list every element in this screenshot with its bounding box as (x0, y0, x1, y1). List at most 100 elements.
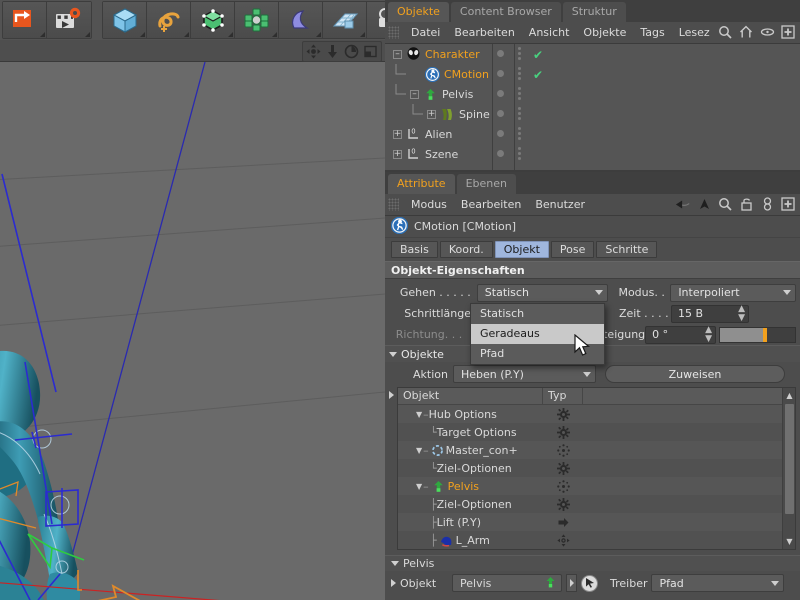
tag-dots[interactable] (518, 87, 521, 102)
zuweisen-button[interactable]: Zuweisen (605, 365, 785, 383)
search-icon[interactable] (717, 24, 733, 40)
scroll-down-icon[interactable]: ▼ (785, 535, 794, 548)
up-arrow-icon[interactable] (696, 196, 712, 212)
render-view-icon[interactable] (47, 2, 91, 38)
panel-gripper[interactable] (388, 26, 399, 39)
combo-aktion[interactable]: Heben (P.Y) (453, 365, 596, 383)
table-row[interactable]: └ Target Options (398, 423, 795, 441)
3d-viewport[interactable] (0, 62, 385, 600)
nurbs-generator-icon[interactable] (191, 2, 235, 38)
scrollbar-thumb[interactable] (785, 404, 794, 514)
object-tree-row[interactable]: – Charakter ✔ (385, 44, 800, 64)
search-icon[interactable] (717, 196, 733, 212)
tab-content-browser[interactable]: Content Browser (450, 2, 561, 22)
dropdown-item-pfad[interactable]: Pfad (471, 344, 604, 364)
dropdown-item-statisch[interactable]: Statisch (471, 304, 604, 324)
menu-bearbeiten[interactable]: Bearbeiten (454, 198, 528, 211)
plus-box-icon[interactable] (780, 24, 796, 40)
spinner-icon[interactable]: ▲ ▼ (738, 304, 745, 323)
move-cross-icon[interactable] (543, 533, 583, 547)
tree-expander-expand-icon[interactable]: + (393, 129, 402, 139)
field-steigung[interactable]: 0 ° ▲ ▼ (645, 325, 716, 344)
enabled-check-icon[interactable]: ✔ (533, 48, 543, 62)
enabled-check-icon[interactable]: ✔ (533, 68, 543, 82)
objekte-table-scrollbar[interactable]: ▲ ▼ (782, 388, 795, 549)
link-icon[interactable] (759, 196, 775, 212)
tab-attribute[interactable]: Attribute (388, 174, 455, 194)
table-row[interactable]: ├ Lift (P.Y) (398, 513, 795, 531)
spinner-icon[interactable]: ▲ ▼ (705, 325, 712, 344)
field-objekt-pelvis[interactable]: Pelvis (452, 574, 562, 592)
gear-icon[interactable] (543, 497, 583, 511)
visibility-dot[interactable] (497, 150, 504, 157)
eye-icon[interactable] (759, 24, 775, 40)
tree-expander-collapse-icon[interactable]: – (410, 89, 419, 99)
visibility-dot[interactable] (497, 90, 504, 97)
section-pelvis[interactable]: Pelvis (385, 555, 800, 571)
gear-icon[interactable] (543, 461, 583, 475)
gear-icon[interactable] (543, 407, 583, 421)
chevron-right-icon[interactable] (391, 579, 396, 587)
combo-gehen[interactable]: Statisch (476, 283, 609, 302)
deformer-icon[interactable] (279, 2, 323, 38)
table-row[interactable]: ├ L_Arm (398, 531, 795, 549)
table-row[interactable]: ▼ – Pelvis (398, 477, 795, 495)
menu-datei[interactable]: Datei (404, 26, 447, 39)
table-row[interactable]: ├ Ziel-Optionen (398, 495, 795, 513)
floor-environment-icon[interactable] (323, 2, 367, 38)
tab-schritte[interactable]: Schritte (596, 241, 658, 258)
scroll-up-icon[interactable]: ▲ (785, 389, 794, 402)
visibility-dot[interactable] (497, 110, 504, 117)
tab-struktur[interactable]: Struktur (562, 2, 626, 22)
panel-gripper[interactable] (388, 198, 399, 211)
menu-bearbeiten[interactable]: Bearbeiten (447, 26, 521, 39)
tab-objekte[interactable]: Objekte (388, 2, 449, 22)
visibility-dot[interactable] (497, 70, 504, 77)
tree-expander-collapse-icon[interactable]: – (393, 49, 402, 59)
tag-dots[interactable] (518, 47, 521, 62)
tab-koord[interactable]: Koord. (439, 241, 493, 258)
menu-ansicht[interactable]: Ansicht (522, 26, 577, 39)
tree-expander-expand-icon[interactable]: + (393, 149, 402, 159)
object-tree-row[interactable]: – Pelvis (385, 84, 800, 104)
chevron-down-icon[interactable]: ▼ (416, 482, 422, 491)
back-arrow-icon[interactable] (675, 196, 691, 212)
chevron-down-icon[interactable]: ▼ (416, 410, 422, 419)
unlock-icon[interactable] (738, 196, 754, 212)
menu-tags[interactable]: Tags (633, 26, 671, 39)
spline-pen-icon[interactable] (147, 2, 191, 38)
dotted-move-icon[interactable] (543, 443, 583, 457)
tab-ebenen[interactable]: Ebenen (456, 174, 516, 194)
field-expand-button[interactable] (566, 574, 577, 592)
cube-primitive-icon[interactable] (103, 2, 147, 38)
dotted-move-icon[interactable] (543, 479, 583, 493)
tag-dots[interactable] (518, 107, 521, 122)
object-tree-row[interactable]: CMotion ✔ (385, 64, 800, 84)
gehen-dropdown-menu[interactable]: Statisch Geradeaus Pfad (470, 303, 605, 365)
object-tree-row[interactable]: +0 Alien (385, 124, 800, 144)
tab-pose[interactable]: Pose (550, 241, 595, 258)
move-tool-icon[interactable] (305, 43, 322, 60)
field-zeit[interactable]: 15 B ▲ ▼ (671, 304, 749, 323)
arrow-right-icon[interactable] (543, 516, 583, 529)
object-manager-tree[interactable]: – Charakter ✔ CMotion ✔ – Pelvis + Spine +0 Alien +… (385, 44, 800, 172)
visibility-dot[interactable] (497, 50, 504, 57)
menu-objekte[interactable]: Objekte (576, 26, 633, 39)
table-row[interactable]: ▼ – Hub Options (398, 405, 795, 423)
combo-treiber[interactable]: Pfad (651, 574, 785, 592)
viewport-maximize-icon[interactable] (362, 43, 379, 60)
menu-benutzer[interactable]: Benutzer (528, 198, 592, 211)
plus-box-icon[interactable] (780, 196, 796, 212)
chevron-down-icon[interactable]: ▼ (416, 446, 422, 455)
combo-modus[interactable]: Interpoliert (670, 283, 796, 302)
dropdown-item-geradeaus[interactable]: Geradeaus (471, 324, 604, 344)
objekte-table[interactable]: Objekt Typ ▼ – Hub Options └ Target Options ▼… (397, 387, 796, 550)
home-icon[interactable] (738, 24, 754, 40)
tab-objekt[interactable]: Objekt (494, 241, 549, 258)
undo-redo-icon[interactable] (3, 2, 47, 38)
rotate-tool-icon[interactable] (343, 43, 360, 60)
scale-axis-icon[interactable] (324, 43, 341, 60)
gear-icon[interactable] (543, 425, 583, 439)
object-tree-row[interactable]: +0 Szene (385, 144, 800, 164)
tab-basis[interactable]: Basis (391, 241, 438, 258)
